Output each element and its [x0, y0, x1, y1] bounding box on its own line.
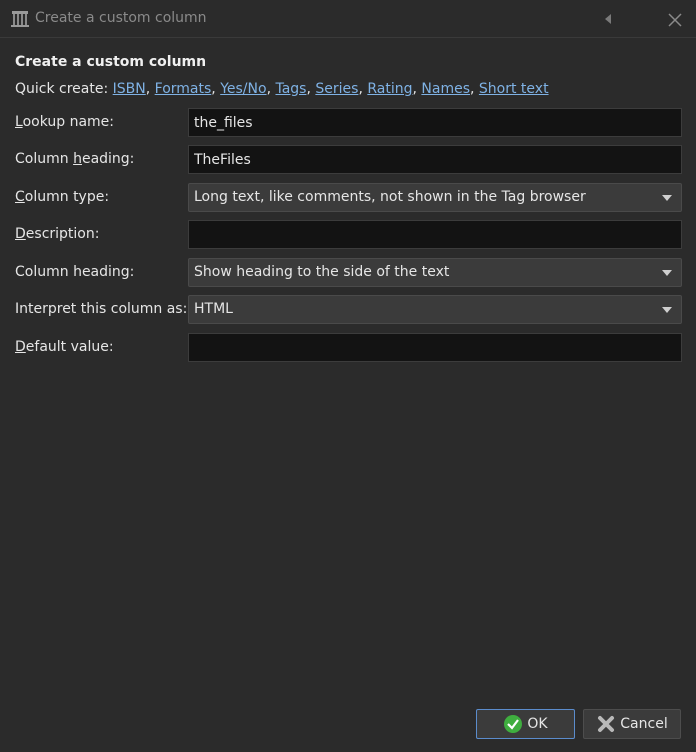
ok-button-label: OK	[527, 716, 548, 732]
dialog-heading: Create a custom column	[15, 54, 207, 70]
column-type-select[interactable]: Long text, like comments, not shown in t…	[188, 183, 682, 212]
interpret-as-label: Interpret this column as:	[15, 301, 188, 317]
column-type-label: Column type:	[15, 189, 110, 205]
column-heading-label: Column heading:	[15, 151, 135, 167]
dropdown-arrow-icon	[662, 307, 672, 313]
title-bar: Create a custom column	[0, 0, 696, 38]
quick-create-yesno-link[interactable]: Yes/No	[220, 81, 266, 97]
quick-create-series-link[interactable]: Series	[315, 81, 358, 97]
description-input[interactable]	[188, 220, 682, 249]
lookup-name-label: Lookup name:	[15, 114, 114, 130]
interpret-as-value: HTML	[194, 301, 233, 317]
quick-create-label: Quick create:	[15, 81, 109, 97]
dropdown-arrow-icon	[662, 195, 672, 201]
quick-create-short-text-link[interactable]: Short text	[479, 81, 549, 97]
quick-create-tags-link[interactable]: Tags	[275, 81, 306, 97]
quick-create-rating-link[interactable]: Rating	[367, 81, 412, 97]
cancel-button[interactable]: Cancel	[583, 709, 681, 739]
column-heading-input[interactable]	[188, 145, 682, 174]
heading-position-select[interactable]: Show heading to the side of the text	[188, 258, 682, 287]
checkmark-icon	[504, 715, 523, 733]
ok-button[interactable]: OK	[476, 709, 575, 739]
interpret-as-select[interactable]: HTML	[188, 295, 682, 324]
cancel-button-label: Cancel	[620, 716, 668, 732]
cross-icon	[598, 716, 615, 732]
heading-position-label: Column heading:	[15, 264, 135, 280]
default-value-input[interactable]	[188, 333, 682, 362]
description-label: Description:	[15, 226, 100, 242]
quick-create-names-link[interactable]: Names	[421, 81, 470, 97]
quick-create-row: Quick create: ISBN, Formats, Yes/No, Tag…	[15, 81, 549, 97]
calibre-library-icon	[11, 11, 29, 27]
close-icon[interactable]	[666, 11, 684, 29]
heading-position-value: Show heading to the side of the text	[194, 264, 450, 280]
lookup-name-input[interactable]	[188, 108, 682, 137]
default-value-label: Default value:	[15, 339, 114, 355]
dropdown-arrow-icon	[662, 270, 672, 276]
window-title: Create a custom column	[35, 10, 207, 26]
collapse-left-icon[interactable]	[600, 11, 616, 27]
column-type-value: Long text, like comments, not shown in t…	[194, 189, 586, 205]
quick-create-isbn-link[interactable]: ISBN	[113, 81, 146, 97]
quick-create-formats-link[interactable]: Formats	[155, 81, 212, 97]
